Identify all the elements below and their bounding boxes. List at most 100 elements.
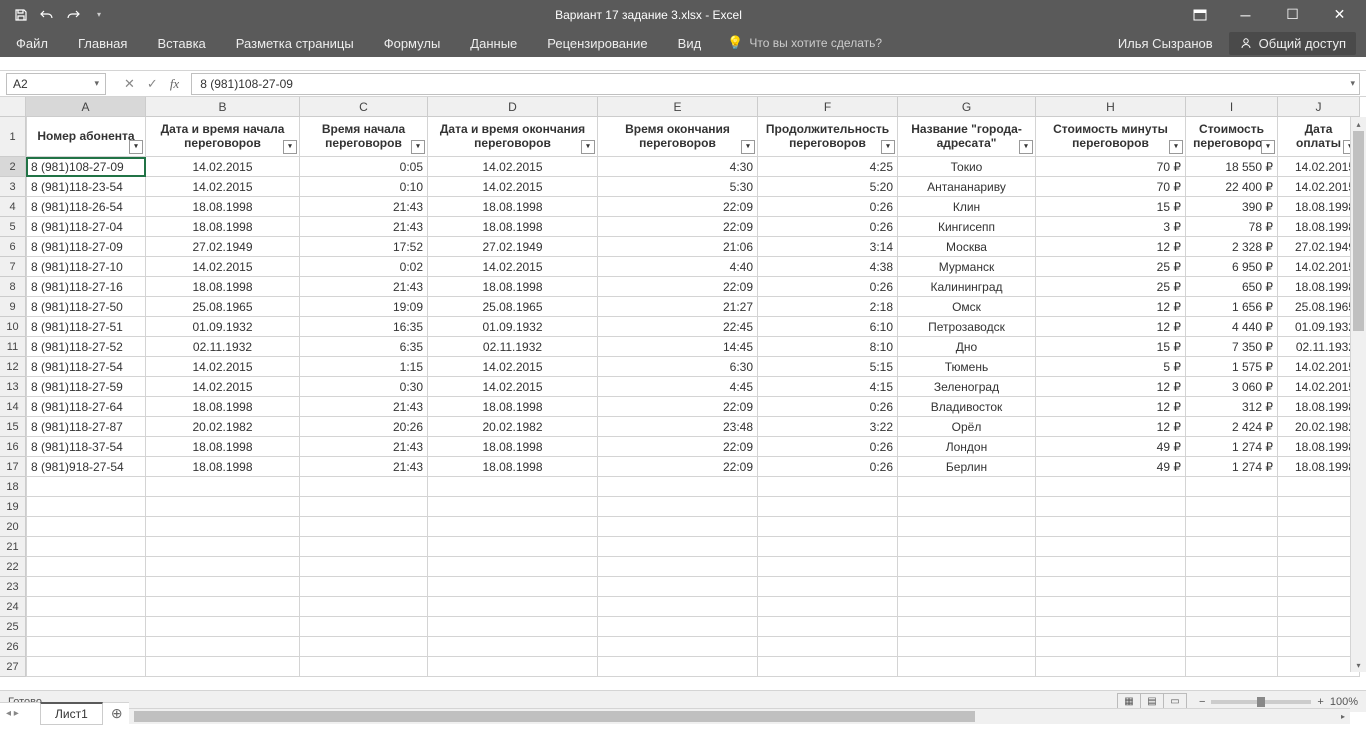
cell-C20[interactable] <box>300 517 428 537</box>
cell-H27[interactable] <box>1036 657 1186 677</box>
cell-D9[interactable]: 25.08.1965 <box>428 297 598 317</box>
cell-F24[interactable] <box>758 597 898 617</box>
cell-I8[interactable]: 650 ₽ <box>1186 277 1278 297</box>
cell-G26[interactable] <box>898 637 1036 657</box>
cell-C4[interactable]: 21:43 <box>300 197 428 217</box>
tab-file[interactable]: Файл <box>10 32 54 55</box>
cell-A10[interactable]: 8 (981)118-27-51 <box>26 317 146 337</box>
save-button[interactable] <box>10 4 32 26</box>
cell-F11[interactable]: 8:10 <box>758 337 898 357</box>
cell-J19[interactable] <box>1278 497 1360 517</box>
share-button[interactable]: Общий доступ <box>1229 32 1356 55</box>
cell-F9[interactable]: 2:18 <box>758 297 898 317</box>
row-header-21[interactable]: 21 <box>0 537 26 557</box>
cell-H10[interactable]: 12 ₽ <box>1036 317 1186 337</box>
column-header-F[interactable]: F <box>758 97 898 116</box>
qat-customize[interactable]: ▾ <box>88 4 110 26</box>
cell-A18[interactable] <box>26 477 146 497</box>
cell-C24[interactable] <box>300 597 428 617</box>
cell-D26[interactable] <box>428 637 598 657</box>
cell-G4[interactable]: Клин <box>898 197 1036 217</box>
cell-E7[interactable]: 4:40 <box>598 257 758 277</box>
cell-A27[interactable] <box>26 657 146 677</box>
cell-I14[interactable]: 312 ₽ <box>1186 397 1278 417</box>
cell-B8[interactable]: 18.08.1998 <box>146 277 300 297</box>
row-header-10[interactable]: 10 <box>0 317 26 337</box>
cell-H9[interactable]: 12 ₽ <box>1036 297 1186 317</box>
row-header-2[interactable]: 2 <box>0 157 26 177</box>
cell-D17[interactable]: 18.08.1998 <box>428 457 598 477</box>
cell-E15[interactable]: 23:48 <box>598 417 758 437</box>
cell-J8[interactable]: 18.08.1998 <box>1278 277 1360 297</box>
cell-I24[interactable] <box>1186 597 1278 617</box>
cell-D16[interactable]: 18.08.1998 <box>428 437 598 457</box>
tab-pagelayout[interactable]: Разметка страницы <box>230 32 360 55</box>
cell-H24[interactable] <box>1036 597 1186 617</box>
minimize-button[interactable]: ─ <box>1223 0 1268 29</box>
row-header-13[interactable]: 13 <box>0 377 26 397</box>
cell-A12[interactable]: 8 (981)118-27-54 <box>26 357 146 377</box>
cell-C12[interactable]: 1:15 <box>300 357 428 377</box>
cell-J9[interactable]: 25.08.1965 <box>1278 297 1360 317</box>
row-header-4[interactable]: 4 <box>0 197 26 217</box>
cell-F22[interactable] <box>758 557 898 577</box>
row-header-5[interactable]: 5 <box>0 217 26 237</box>
tab-review[interactable]: Рецензирование <box>541 32 653 55</box>
cell-H19[interactable] <box>1036 497 1186 517</box>
cell-F7[interactable]: 4:38 <box>758 257 898 277</box>
cell-A25[interactable] <box>26 617 146 637</box>
column-header-J[interactable]: J <box>1278 97 1360 116</box>
cell-C21[interactable] <box>300 537 428 557</box>
cell-F3[interactable]: 5:20 <box>758 177 898 197</box>
row-header-3[interactable]: 3 <box>0 177 26 197</box>
cell-J11[interactable]: 02.11.1932 <box>1278 337 1360 357</box>
cell-C15[interactable]: 20:26 <box>300 417 428 437</box>
sheet-nav-buttons[interactable]: ◂ ▸ <box>6 708 19 719</box>
cell-F19[interactable] <box>758 497 898 517</box>
cell-G11[interactable]: Дно <box>898 337 1036 357</box>
expand-formula-icon[interactable]: ▾ <box>1350 78 1355 89</box>
cell-C7[interactable]: 0:02 <box>300 257 428 277</box>
cell-H14[interactable]: 12 ₽ <box>1036 397 1186 417</box>
cell-I25[interactable] <box>1186 617 1278 637</box>
add-sheet-button[interactable]: ⊕ <box>105 704 129 724</box>
cell-C22[interactable] <box>300 557 428 577</box>
row-header-16[interactable]: 16 <box>0 437 26 457</box>
cell-A5[interactable]: 8 (981)118-27-04 <box>26 217 146 237</box>
cell-F20[interactable] <box>758 517 898 537</box>
cell-I22[interactable] <box>1186 557 1278 577</box>
cell-J6[interactable]: 27.02.1949 <box>1278 237 1360 257</box>
cell-C16[interactable]: 21:43 <box>300 437 428 457</box>
cell-H16[interactable]: 49 ₽ <box>1036 437 1186 457</box>
cell-I19[interactable] <box>1186 497 1278 517</box>
cell-E9[interactable]: 21:27 <box>598 297 758 317</box>
cell-H3[interactable]: 70 ₽ <box>1036 177 1186 197</box>
cell-A15[interactable]: 8 (981)118-27-87 <box>26 417 146 437</box>
filter-dropdown-icon[interactable]: ▾ <box>411 140 425 154</box>
cell-E20[interactable] <box>598 517 758 537</box>
cell-I20[interactable] <box>1186 517 1278 537</box>
cell-H18[interactable] <box>1036 477 1186 497</box>
cell-F27[interactable] <box>758 657 898 677</box>
cell-A19[interactable] <box>26 497 146 517</box>
zoom-slider[interactable] <box>1211 700 1311 704</box>
tab-home[interactable]: Главная <box>72 32 133 55</box>
cell-G7[interactable]: Мурманск <box>898 257 1036 277</box>
ribbon-display-options[interactable] <box>1187 4 1213 26</box>
row-header-23[interactable]: 23 <box>0 577 26 597</box>
scroll-down-icon[interactable]: ▾ <box>1351 658 1366 672</box>
cell-I3[interactable]: 22 400 ₽ <box>1186 177 1278 197</box>
cell-H13[interactable]: 12 ₽ <box>1036 377 1186 397</box>
column-header-E[interactable]: E <box>598 97 758 116</box>
cell-G21[interactable] <box>898 537 1036 557</box>
cell-H6[interactable]: 12 ₽ <box>1036 237 1186 257</box>
column-header-H[interactable]: H <box>1036 97 1186 116</box>
cell-D20[interactable] <box>428 517 598 537</box>
row-header-9[interactable]: 9 <box>0 297 26 317</box>
cell-J13[interactable]: 14.02.2015 <box>1278 377 1360 397</box>
cell-J17[interactable]: 18.08.1998 <box>1278 457 1360 477</box>
cell-C18[interactable] <box>300 477 428 497</box>
cell-D11[interactable]: 02.11.1932 <box>428 337 598 357</box>
row-header-12[interactable]: 12 <box>0 357 26 377</box>
cell-E24[interactable] <box>598 597 758 617</box>
